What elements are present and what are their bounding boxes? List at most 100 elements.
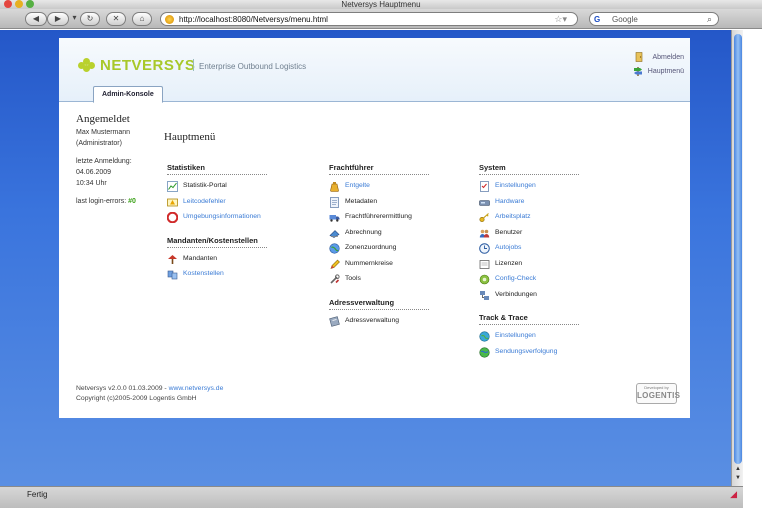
menu-item[interactable]: Zonenzuordnung [329,242,459,258]
vertical-scrollbar[interactable]: ▲ ▼ [731,30,743,486]
menu-item[interactable]: Einstellungen [479,330,609,346]
tab-admin-konsole[interactable]: Admin-Konsole [93,86,163,103]
stop-button[interactable]: ✕ [106,12,126,26]
users-icon [479,229,490,237]
menu-item[interactable]: Nummernkreise [329,258,459,274]
page-footer: Netversys v2.0.0 01.03.2009 - www.netver… [76,384,223,404]
clock-icon [479,243,490,254]
menu-item[interactable]: Kostenstellen [167,268,297,284]
logout-link[interactable]: Abmelden [648,54,684,61]
menu-item[interactable]: Umgebungsinformationen [167,211,297,227]
address-bar[interactable]: http://localhost:8080/Netversys/menu.htm… [160,12,578,26]
login-errors: last login-errors: #0 [76,196,156,207]
badge-brand: LOGENTIS [637,391,681,400]
globe-icon [329,243,340,254]
version-text: Netversys v2.0.0 01.03.2009 - [76,385,169,392]
menu-item-label: Umgebungsinformationen [183,213,261,220]
tools-icon [330,274,340,284]
minimize-window-button[interactable] [15,0,23,8]
menu-item[interactable]: Arbeitsplatz [479,211,609,227]
search-input[interactable]: Google [612,14,638,25]
menu-item[interactable]: Frachtführerermittlung [329,211,459,227]
menu-item[interactable]: Sendungsverfolgung [479,346,609,362]
status-text: Fertig [27,490,48,499]
address-book-icon [329,315,340,327]
netversys-logo-icon [78,58,96,72]
login-errors-value: #0 [128,198,136,205]
document-icon [330,196,339,208]
menu-item[interactable]: Config-Check [479,273,609,289]
copyright-text: Copyright (c)2005-2009 Logentis GmbH [76,395,197,402]
hardware-icon [479,199,490,206]
menu-item[interactable]: Adressverwaltung [329,315,459,331]
section-title: System [479,163,579,175]
lifebuoy-icon [167,212,178,223]
menu-item-label: Kostenstellen [183,270,224,277]
calculator-icon [329,229,340,238]
user-role: (Administrator) [76,140,122,147]
menu-item[interactable]: Autojobs [479,242,609,258]
menu-item[interactable]: Hardware [479,196,609,212]
forward-button[interactable]: ▶ [47,12,69,26]
menu-item[interactable]: Benutzer [479,227,609,243]
brand-name: NETVERSYS [100,57,196,74]
brand-divider [193,59,194,71]
window-title: Netversys Hauptmenu [341,0,421,9]
page-header: NETVERSYS Enterprise Outbound Logistics … [59,38,690,103]
menu-column-2: Frachtführer Entgelte Metadaten Frachtführe… [329,163,459,330]
menu-item[interactable]: Entgelte [329,180,459,196]
menu-item[interactable]: Einstellungen [479,180,609,196]
menu-item-label: Sendungsverfolgung [495,347,558,355]
home-button[interactable]: ⌂ [132,12,152,26]
menu-item[interactable]: Leitcodefehler [167,196,297,212]
menu-item-label: Zonenzuordnung [345,244,397,251]
warning-sign-icon [167,198,178,206]
connections-icon [480,290,489,300]
menu-item[interactable]: Verbindungen [479,289,609,305]
section-title: Track & Trace [479,313,579,325]
search-box[interactable]: G Google ⌕ [589,12,719,26]
truck-icon [329,215,340,222]
developer-badge[interactable]: Developed by LOGENTIS [636,383,681,404]
back-button[interactable]: ◀ [25,12,47,26]
reload-icon: ↻ [86,14,94,23]
content-card: NETVERSYS Enterprise Outbound Logistics … [59,38,690,418]
menu-item[interactable]: Tools [329,273,459,289]
menu-item-label: Autojobs [495,244,522,251]
window-titlebar: Netversys Hauptmenu [0,0,762,9]
menu-item[interactable]: Abrechnung [329,227,459,243]
website-link[interactable]: www.netversys.de [169,385,224,392]
menu-item[interactable]: Statistik-Portal [167,180,297,196]
menu-item[interactable]: Metadaten [329,196,459,212]
browser-statusbar: Fertig ◢ [0,486,743,508]
stop-icon: ✕ [112,14,120,23]
close-window-button[interactable] [4,0,12,8]
section-title: Frachtführer [329,163,429,175]
cost-center-icon [167,270,178,280]
bookmark-star-icon[interactable]: ☆▾ [554,13,567,25]
menu-item[interactable]: Lizenzen [479,258,609,274]
address-input[interactable]: http://localhost:8080/Netversys/menu.htm… [179,14,328,25]
menu-item-label: Mandanten [183,254,218,262]
menu-item-label: Einstellungen [495,332,536,339]
brand-subtitle: Enterprise Outbound Logistics [199,62,307,71]
search-icon[interactable]: ⌕ [707,13,712,25]
menu-item-label: Benutzer [495,228,523,236]
money-bag-icon [330,182,339,192]
section-title: Statistiken [167,163,267,175]
menu-item-label: Adressverwaltung [345,316,400,324]
last-login-date: 04.06.2009 [76,169,112,176]
page-title: Hauptmenü [164,131,216,143]
search-engine-icon[interactable]: G [594,14,600,25]
menu-item-label: Leitcodefehler [183,197,226,205]
menu-item[interactable]: Mandanten [167,253,297,269]
door-icon[interactable] [634,52,644,62]
menu-item-label: Nummernkreise [345,259,393,267]
tree-icon [168,254,177,264]
reload-button[interactable]: ↻ [80,12,100,26]
zoom-window-button[interactable] [26,0,34,8]
scrollbar-thumb[interactable] [734,34,742,464]
history-dropdown-button[interactable]: ▾ [70,12,79,26]
mainmenu-link[interactable]: Hauptmenü [642,68,684,75]
resize-grip-icon[interactable]: ◢ [730,489,737,500]
